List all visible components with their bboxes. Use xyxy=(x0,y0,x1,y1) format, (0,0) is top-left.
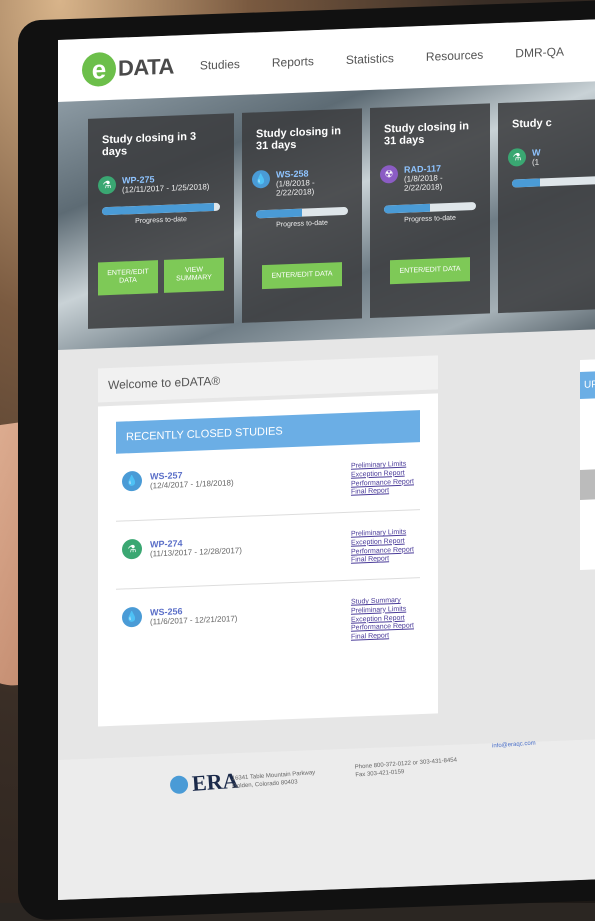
enter-edit-data-button[interactable]: ENTER/EDIT DATA xyxy=(390,257,470,285)
footer xyxy=(58,738,595,900)
side-panel-block xyxy=(580,469,595,500)
flask-icon: ⚗ xyxy=(98,175,116,195)
progress-label: Progress to-date xyxy=(404,214,456,224)
study-cards: Study closing in 3 days ⚗ WP-275 (12/11/… xyxy=(88,98,595,329)
study-code[interactable]: W xyxy=(532,147,541,157)
study-dates: (1 xyxy=(532,157,540,167)
list-item: ⚗ WP-274 (11/13/2017 - 12/28/2017) Preli… xyxy=(116,510,420,590)
final-report-link[interactable]: Final Report xyxy=(351,555,414,566)
water-drop-icon: 💧 xyxy=(122,470,142,492)
final-report-link[interactable]: Final Report xyxy=(351,487,414,498)
nav-reports[interactable]: Reports xyxy=(272,54,314,70)
enter-edit-data-button[interactable]: ENTER/EDIT DATA xyxy=(262,262,342,290)
edata-logo[interactable]: e DATA xyxy=(82,50,174,88)
progress-fill xyxy=(512,178,540,188)
study-dates: (1/8/2018 - 2/22/2018) xyxy=(404,173,443,193)
era-mark-icon xyxy=(169,775,189,795)
era-logo[interactable]: ERA xyxy=(169,768,239,799)
progress-bar xyxy=(102,202,220,216)
side-panel-heading: UP xyxy=(580,369,595,399)
radiation-icon: ☢ xyxy=(380,164,398,184)
progress-fill xyxy=(384,203,430,214)
study-card: Study closing in 31 days 💧 WS-258 (1/8/2… xyxy=(242,108,362,323)
progress-fill xyxy=(256,208,302,219)
logo-text: DATA xyxy=(118,53,174,81)
card-title: Study closing in 31 days xyxy=(384,120,469,148)
side-panel: UP xyxy=(580,357,595,570)
progress-bar xyxy=(512,176,595,188)
recently-closed-panel: RECENTLY CLOSED STUDIES 💧 WS-257 (12/4/2… xyxy=(98,393,438,727)
list-item: 💧 WS-256 (11/6/2017 - 12/21/2017) Study … xyxy=(116,578,420,665)
nav-studies[interactable]: Studies xyxy=(200,57,240,73)
study-card: Study closing in 31 days ☢ RAD-117 (1/8/… xyxy=(370,103,490,319)
water-drop-icon: 💧 xyxy=(122,606,142,628)
study-dates: (12/11/2017 - 1/25/2018) xyxy=(122,182,210,195)
enter-edit-data-button[interactable]: ENTER/EDIT DATA xyxy=(98,260,158,296)
flask-icon: ⚗ xyxy=(508,148,526,167)
screen: e DATA Studies Reports Statistics Resour… xyxy=(58,18,595,900)
card-title: Study closing in 3 days xyxy=(102,130,197,159)
view-summary-button[interactable]: VIEW SUMMARY xyxy=(164,257,224,293)
card-title: Study closing in 31 days xyxy=(256,125,341,153)
final-report-link[interactable]: Final Report xyxy=(351,631,414,642)
progress-label: Progress to-date xyxy=(276,219,328,229)
logo-e: e xyxy=(82,51,116,88)
main-content: Welcome to eDATA® RECENTLY CLOSED STUDIE… xyxy=(58,328,595,748)
nav-resources[interactable]: Resources xyxy=(426,48,483,64)
progress-bar xyxy=(256,206,348,219)
list-item: 💧 WS-257 (12/4/2017 - 1/18/2018) Prelimi… xyxy=(116,442,420,522)
progress-fill xyxy=(102,203,215,216)
hero-banner: Study closing in 3 days ⚗ WP-275 (12/11/… xyxy=(58,80,595,350)
water-drop-icon: 💧 xyxy=(252,169,270,189)
study-dates: (1/8/2018 - 2/22/2018) xyxy=(276,178,315,198)
nav-statistics[interactable]: Statistics xyxy=(346,51,394,67)
study-card: Study c ⚗ W (1 xyxy=(498,98,595,314)
flask-icon: ⚗ xyxy=(122,538,142,560)
study-card: Study closing in 3 days ⚗ WP-275 (12/11/… xyxy=(88,113,234,329)
progress-bar xyxy=(384,201,476,214)
card-title: Study c xyxy=(512,117,552,131)
nav-dmr-qa[interactable]: DMR-QA xyxy=(515,45,564,61)
progress-label: Progress to-date xyxy=(135,216,187,226)
